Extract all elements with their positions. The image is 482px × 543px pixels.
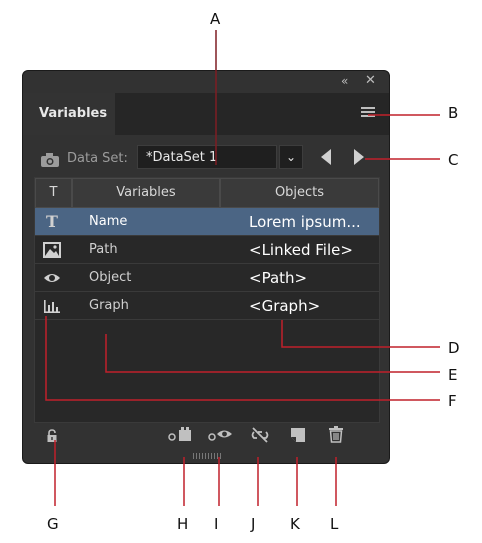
callout-lines [45, 30, 440, 506]
